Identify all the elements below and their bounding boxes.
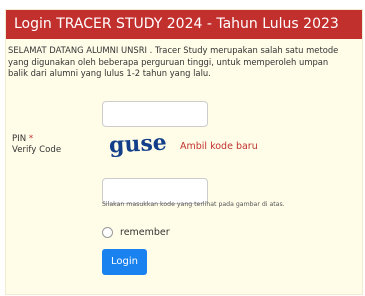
welcome-text: SELAMAT DATANG ALUMNI UNSRI . Tracer Stu… xyxy=(8,45,339,78)
captcha-image: guse xyxy=(108,131,167,159)
captcha-help-text: Silakan masukkan kode yang terlihat pada… xyxy=(102,201,285,208)
remember-label: remember xyxy=(120,226,170,238)
login-button[interactable]: Login xyxy=(102,249,147,275)
verify-code-label: Verify Code xyxy=(12,145,62,155)
remember-radio[interactable] xyxy=(102,226,113,238)
panel-title: Login TRACER STUDY 2024 - Tahun Lulus 20… xyxy=(6,10,362,39)
pin-label-text: PIN xyxy=(12,134,27,144)
remember-option[interactable]: remember xyxy=(102,225,170,239)
required-marker: * xyxy=(28,134,34,144)
refresh-captcha-link[interactable]: Ambil kode baru xyxy=(180,141,258,152)
captcha-text: guse xyxy=(108,131,167,159)
pin-label: PIN * xyxy=(12,134,33,144)
pin-input[interactable] xyxy=(102,101,208,127)
